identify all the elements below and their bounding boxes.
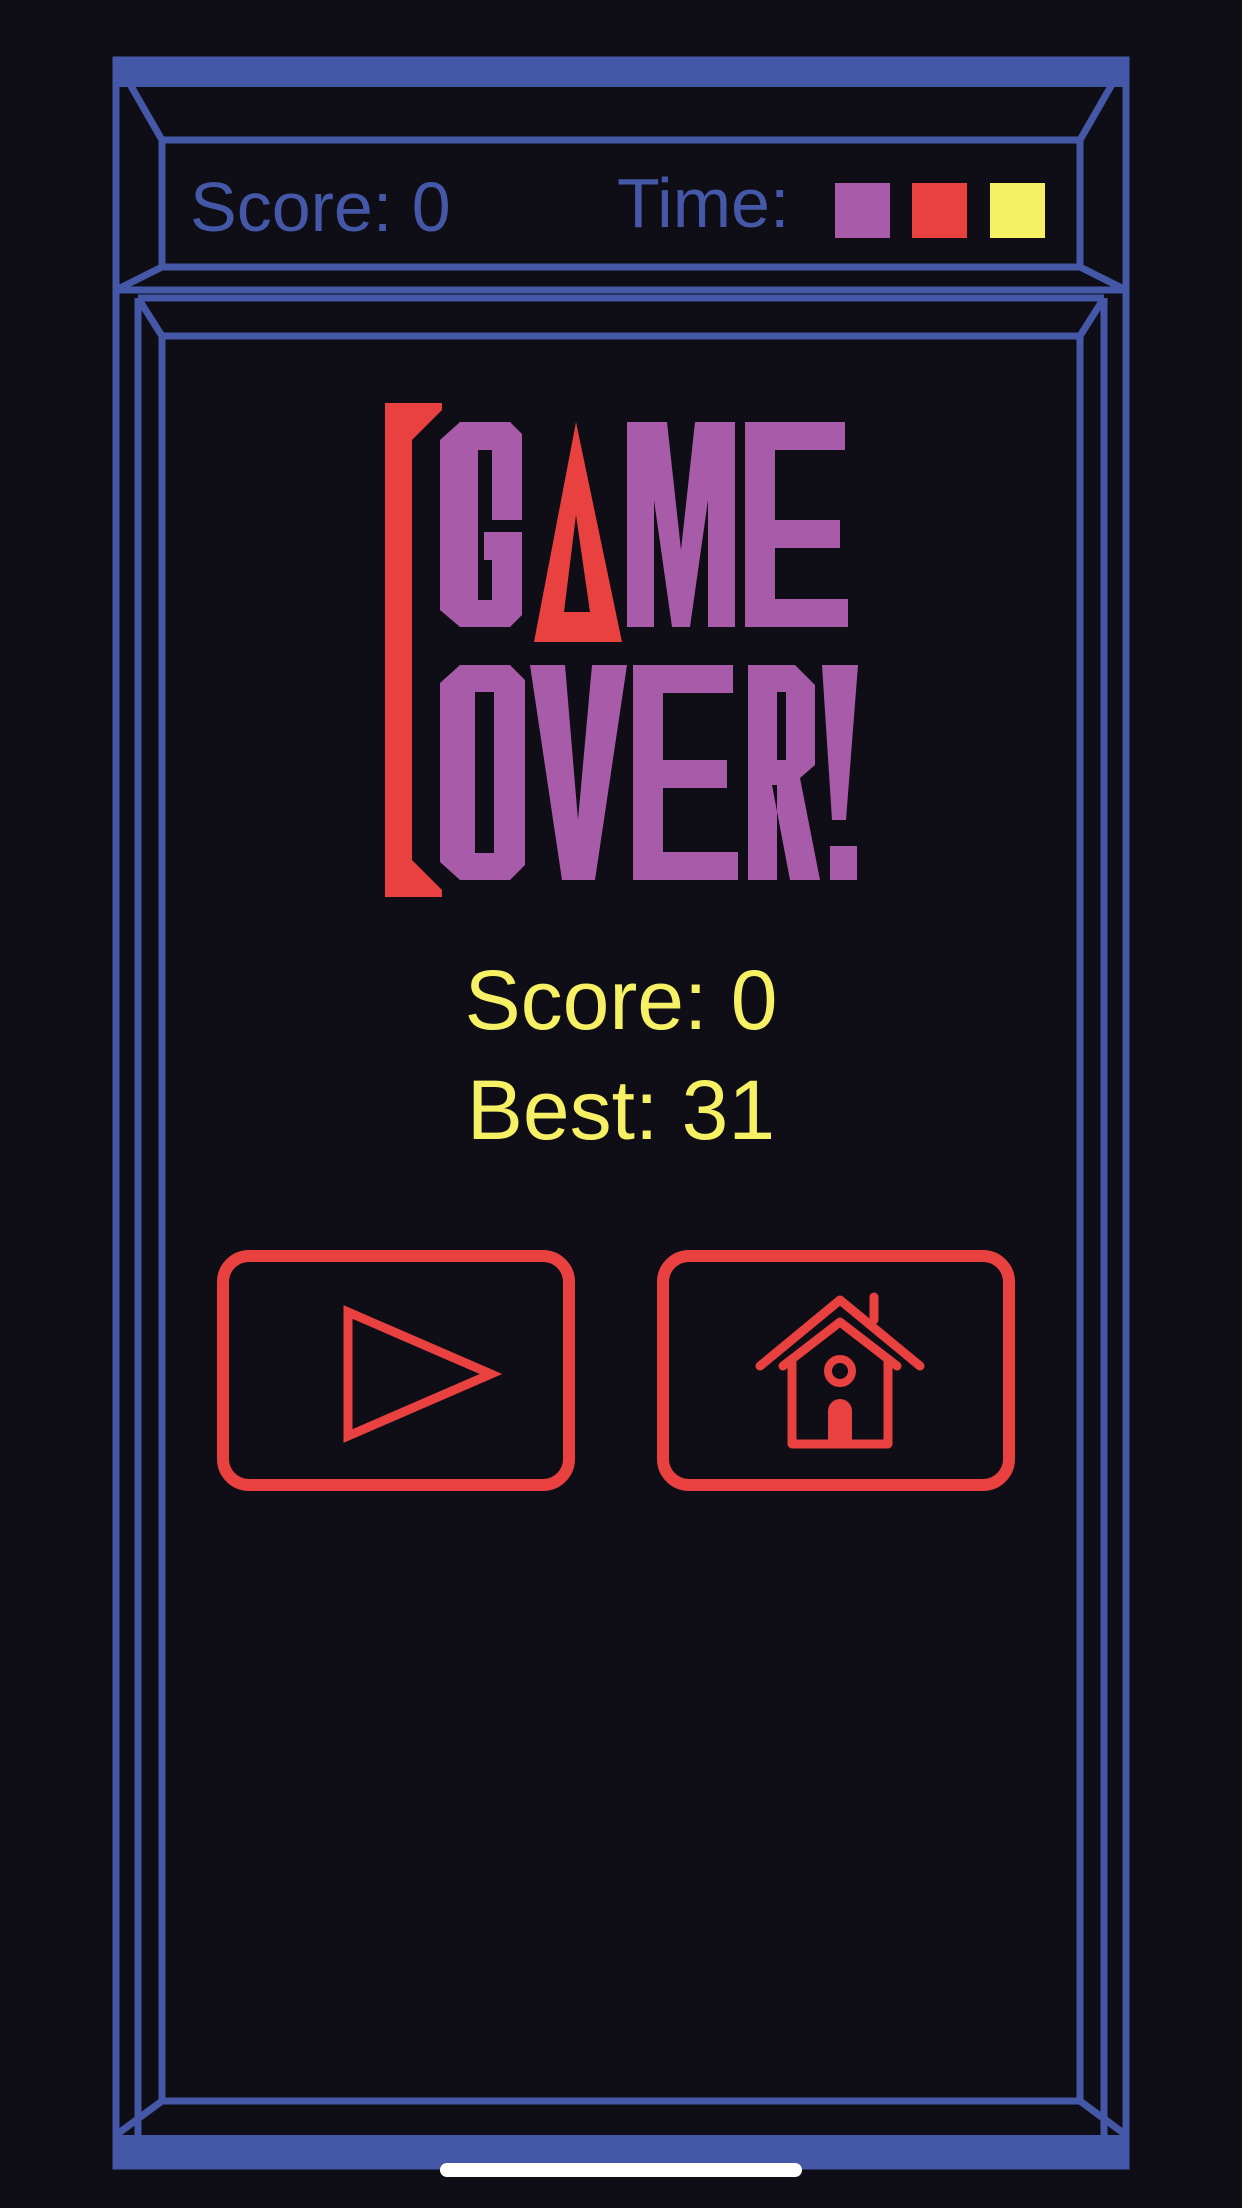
logo-bracket — [385, 403, 442, 897]
home-icon — [657, 1250, 1015, 1491]
play-again-button[interactable] — [216, 1249, 576, 1492]
logo-letter-m — [627, 422, 735, 627]
best-score: Best: 31 — [466, 1063, 776, 1157]
play-icon — [217, 1250, 575, 1491]
logo-letter-g — [440, 422, 522, 627]
logo-letter-r — [748, 665, 820, 880]
logo-letter-e2 — [633, 665, 738, 880]
home-indicator[interactable] — [440, 2163, 802, 2177]
logo-letter-v — [530, 665, 627, 880]
logo-letter-e — [745, 422, 848, 627]
logo-letter-o — [440, 665, 525, 880]
logo-exclamation — [822, 665, 858, 880]
final-score: Score: 0 — [464, 953, 778, 1047]
game-over-screen: Score: 0 Time: Score: 0 Best: 31 — [0, 0, 1242, 2208]
home-button[interactable] — [656, 1249, 1016, 1492]
logo-letter-a — [534, 422, 622, 642]
